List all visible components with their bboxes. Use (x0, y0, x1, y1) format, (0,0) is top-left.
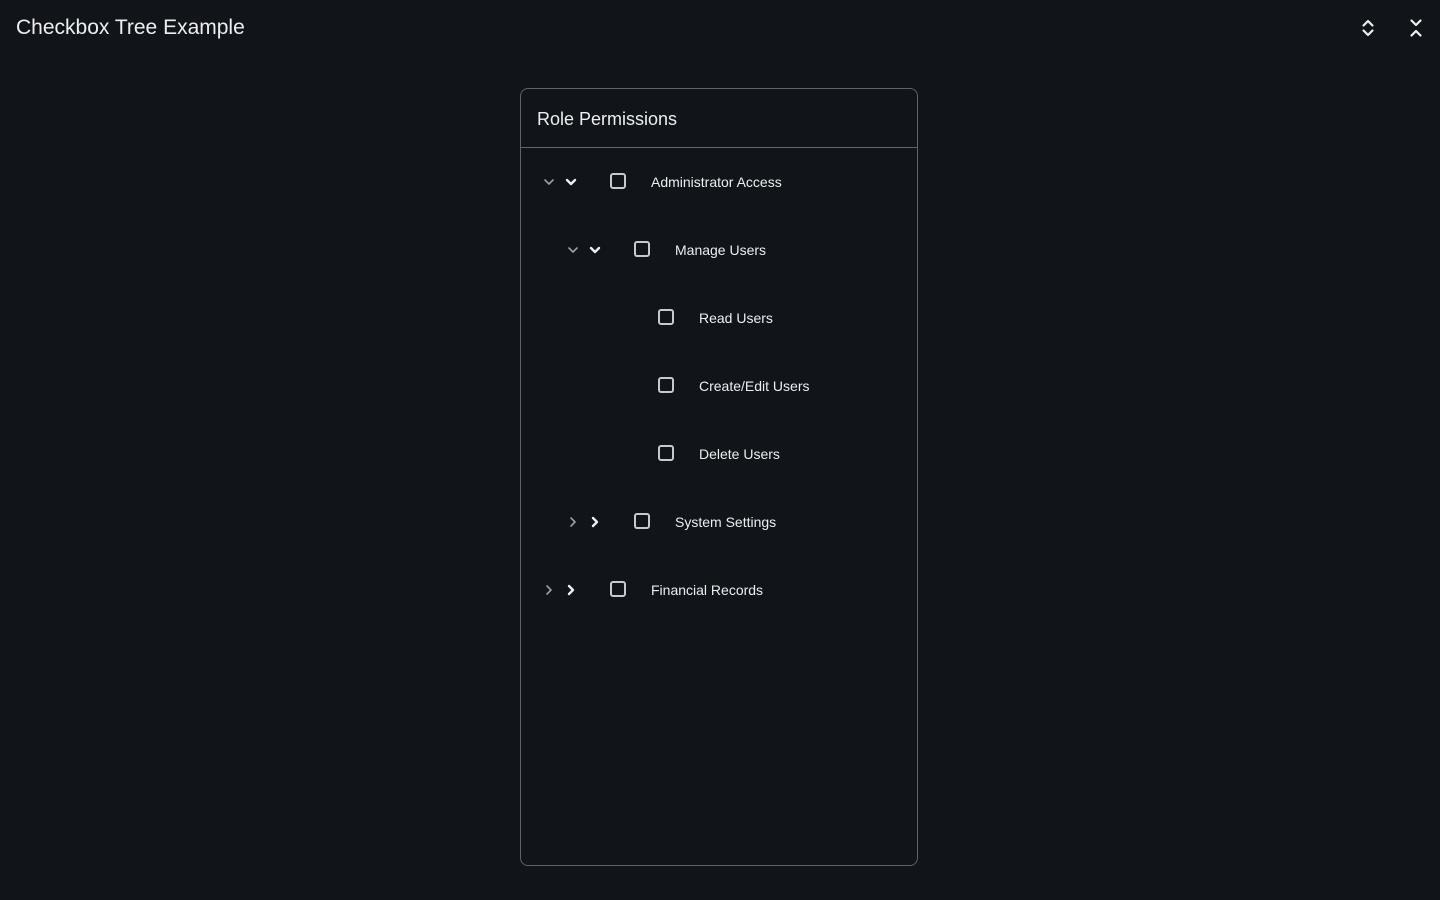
chevron-right-icon (567, 584, 575, 596)
node-toggle-button[interactable] (561, 580, 581, 600)
app-root: Checkbox Tree Example Role Permissions A… (0, 0, 1440, 900)
node-toggle-button[interactable] (585, 240, 605, 260)
unfold-more-icon (1362, 19, 1374, 37)
node-checkbox[interactable] (634, 513, 650, 529)
role-permissions-panel: Role Permissions Administrator Access Man… (520, 88, 918, 866)
node-checkbox[interactable] (658, 309, 674, 325)
tree-node: Create/Edit Users (521, 352, 917, 420)
panel-header: Role Permissions (521, 89, 917, 148)
collapse-all-button[interactable] (1404, 16, 1428, 40)
chevron-right-icon (570, 517, 576, 527)
chevron-down-icon (565, 178, 577, 186)
node-expand-toggle[interactable] (563, 512, 583, 532)
node-checkbox[interactable] (610, 581, 626, 597)
node-label[interactable]: Administrator Access (651, 173, 782, 191)
app-title: Checkbox Tree Example (16, 16, 245, 39)
node-label[interactable]: Manage Users (675, 241, 766, 259)
chevron-down-icon (568, 247, 578, 253)
node-checkbox[interactable] (658, 445, 674, 461)
node-label[interactable]: Create/Edit Users (699, 377, 809, 395)
node-expand-toggle[interactable] (539, 172, 559, 192)
node-checkbox[interactable] (634, 241, 650, 257)
node-checkbox[interactable] (658, 377, 674, 393)
chevron-right-icon (591, 516, 599, 528)
tree-node: Administrator Access (521, 148, 917, 216)
node-expand-toggle[interactable] (563, 240, 583, 260)
chevron-down-icon (589, 246, 601, 254)
tree-node: System Settings (521, 488, 917, 556)
expand-all-button[interactable] (1356, 16, 1380, 40)
node-expand-toggle[interactable] (539, 580, 559, 600)
chevron-right-icon (546, 585, 552, 595)
node-toggle-button[interactable] (561, 172, 581, 192)
chevron-down-icon (544, 179, 554, 185)
tree-node: Delete Users (521, 420, 917, 488)
node-checkbox[interactable] (610, 173, 626, 189)
node-label[interactable]: System Settings (675, 513, 776, 531)
node-toggle-button[interactable] (585, 512, 605, 532)
top-bar: Checkbox Tree Example (0, 0, 1440, 56)
panel-title: Role Permissions (537, 109, 678, 129)
tree-node: Manage Users (521, 216, 917, 284)
tree-node: Read Users (521, 284, 917, 352)
node-label[interactable]: Read Users (699, 309, 773, 327)
tree-node: Financial Records (521, 556, 917, 624)
node-label[interactable]: Financial Records (651, 581, 763, 599)
node-label[interactable]: Delete Users (699, 445, 780, 463)
unfold-less-icon (1410, 19, 1422, 37)
